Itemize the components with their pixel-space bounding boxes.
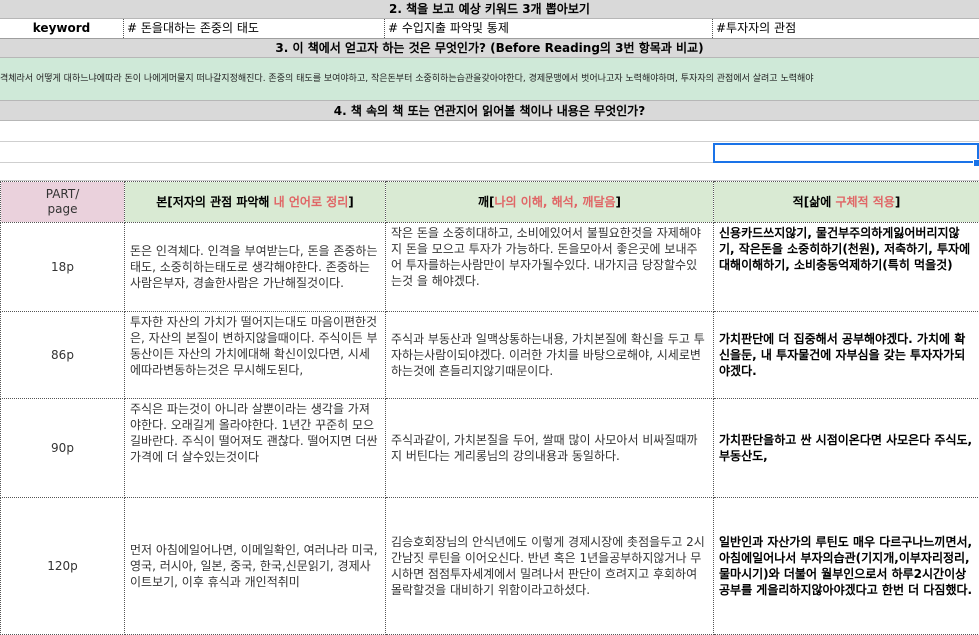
header-bon[interactable]: 본[저자의 관점 파악해 내 언어로 정리] — [125, 182, 386, 223]
header-bon-red: 내 언어로 정리 — [274, 195, 349, 209]
fill-handle[interactable] — [973, 159, 979, 167]
section3-answer-cell[interactable]: 격체라서 어떻게 대하느냐에따라 돈이 나에게머물지 떠나갈지정해진다. 존중의… — [0, 58, 979, 101]
jeok-cell[interactable]: 가치판단을하고 싼 시점이온다면 사모은다 주식도, 부동산도, — [714, 399, 979, 498]
spreadsheet-sheet: 2. 책을 보고 예상 키워드 3개 뽑아보기 keyword # 돈을대하는 … — [0, 0, 979, 630]
page-cell[interactable]: 90p — [1, 399, 125, 498]
section4-title[interactable]: 4. 책 속의 책 또는 연관지어 읽어볼 책이나 내용은 무엇인가? — [0, 101, 979, 121]
bon-cell[interactable]: 돈은 인격체다. 인격을 부여받는다, 돈을 존중하는태도, 소중히하는태도로 … — [125, 223, 386, 312]
keyword-row: keyword # 돈을대하는 존중의 태도 # 수입지출 파악및 통제 #투자… — [0, 19, 979, 39]
header-kkae-red: 나의 이해, 해석, 깨달음 — [495, 195, 616, 209]
kkae-cell[interactable]: 김승호회장님의 안식년에도 이렇게 경제시장에 촛점을두고 2시간남짓 루틴을 … — [386, 498, 714, 635]
jeok-cell[interactable]: 일반인과 자산가의 루틴도 매우 다르구나느끼면서, 아침에일어나서 부자의습관… — [714, 498, 979, 635]
bon-cell[interactable]: 먼저 아침에일어나면, 이메일확인, 여러나라 미국, 영국, 러시아, 일본,… — [125, 498, 386, 635]
table-row: 90p 주식은 파는것이 아니라 살뿐이라는 생각을 가져야한다. 오래길게 올… — [1, 399, 979, 498]
header-jeok-red: 구체적 적용 — [835, 195, 894, 209]
header-kkae-suffix: ] — [616, 195, 621, 209]
header-bon-suffix: ] — [348, 195, 353, 209]
table-row: 18p 돈은 인격체다. 인격을 부여받는다, 돈을 존중하는태도, 소중히하는… — [1, 223, 979, 312]
table-row: 120p 먼저 아침에일어나면, 이메일확인, 여러나라 미국, 영국, 러시아… — [1, 498, 979, 635]
keyword-2-cell[interactable]: # 수입지출 파악및 통제 — [385, 19, 713, 38]
table-header-row: PART/ page 본[저자의 관점 파악해 내 언어로 정리] 깨[나의 이… — [1, 182, 979, 223]
section4-answer-row-1[interactable] — [0, 121, 979, 142]
bon-cell[interactable]: 주식은 파는것이 아니라 살뿐이라는 생각을 가져야한다. 오래길게 올라야한다… — [125, 399, 386, 498]
page-cell[interactable]: 120p — [1, 498, 125, 635]
jeok-cell[interactable]: 가치판단에 더 집중해서 공부해야겠다. 가치에 확신을둔, 내 투자물건에 자… — [714, 312, 979, 399]
keyword-3-cell[interactable]: #투자자의 관점 — [713, 19, 979, 38]
keyword-1-cell[interactable]: # 돈을대하는 존중의 태도 — [124, 19, 385, 38]
section3-title[interactable]: 3. 이 책에서 얻고자 하는 것은 무엇인가? (Before Reading… — [0, 39, 979, 58]
table-row: 86p 투자한 자산의 가치가 떨어지는대도 마음이편한것은, 자산의 본질이 … — [1, 312, 979, 399]
page-cell[interactable]: 86p — [1, 312, 125, 399]
kkae-cell[interactable]: 작은 돈을 소중히대하고, 소비에있어서 불필요한것을 자제해야지 돈을 모으고… — [386, 223, 714, 312]
section2-title[interactable]: 2. 책을 보고 예상 키워드 3개 뽑아보기 — [0, 0, 979, 19]
section4-answer-row-3[interactable] — [0, 163, 979, 181]
kkae-cell[interactable]: 주식과같이, 가치본질을 두어, 쌀때 많이 사모아서 비싸질때까지 버틴다는 … — [386, 399, 714, 498]
header-kkae-prefix: 깨[ — [478, 195, 495, 209]
selected-cell[interactable] — [713, 143, 979, 163]
header-part-page[interactable]: PART/ page — [1, 182, 125, 223]
kkae-cell[interactable]: 주식과 부동산과 일맥상통하는내용, 가치본질에 확신을 두고 투자하는사람이되… — [386, 312, 714, 399]
header-jeok-suffix: ] — [895, 195, 900, 209]
jeok-cell[interactable]: 신용카드쓰지않기, 물건부주의하게잃어버리지않기, 작은돈을 소중히하기(천원)… — [714, 223, 979, 312]
header-bon-main: 저자의 관점 파악해 — [173, 195, 274, 209]
keyword-label[interactable]: keyword — [0, 19, 124, 38]
header-bon-prefix: 본[ — [156, 195, 173, 209]
header-jeok-prefix: 적[삶에 — [793, 195, 836, 209]
page-cell[interactable]: 18p — [1, 223, 125, 312]
reading-notes-table: PART/ page 본[저자의 관점 파악해 내 언어로 정리] 깨[나의 이… — [0, 181, 979, 635]
header-jeok[interactable]: 적[삶에 구체적 적용] — [714, 182, 979, 223]
bon-cell[interactable]: 투자한 자산의 가치가 떨어지는대도 마음이편한것은, 자산의 본질이 변하지않… — [125, 312, 386, 399]
header-kkae[interactable]: 깨[나의 이해, 해석, 깨달음] — [386, 182, 714, 223]
